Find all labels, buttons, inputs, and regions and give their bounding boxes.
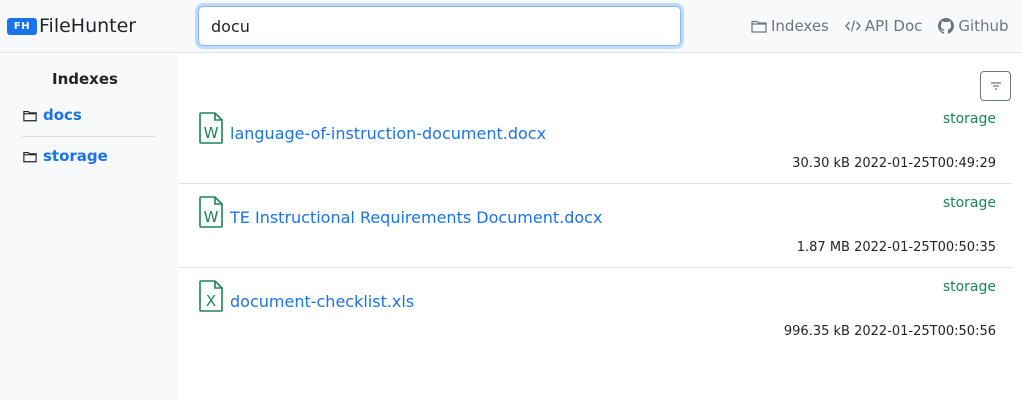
- file-link[interactable]: document-checklist.xls: [230, 292, 414, 311]
- nav-github-label: Github: [958, 17, 1009, 35]
- file-date: 2022-01-25T00:50:35: [854, 240, 996, 255]
- result-item: W language-of-instruction-document.docx …: [179, 100, 1012, 184]
- sidebar-item-label: docs: [43, 106, 82, 124]
- svg-text:W: W: [204, 124, 219, 142]
- file-size: 996.35 kB: [783, 324, 850, 339]
- word-file-icon: W: [199, 196, 223, 228]
- sidebar-divider: [22, 136, 155, 137]
- sidebar-item-storage[interactable]: storage: [23, 147, 108, 165]
- code-icon: [844, 20, 861, 32]
- brand[interactable]: FH FileHunter: [7, 14, 136, 38]
- file-size: 30.30 kB: [792, 156, 850, 171]
- index-tag: storage: [942, 111, 996, 127]
- file-date: 2022-01-25T00:50:56: [854, 324, 996, 339]
- navbar: FH FileHunter Indexes API Doc Github: [0, 0, 1021, 53]
- excel-file-icon: X: [199, 280, 223, 312]
- nav-indexes-link[interactable]: Indexes: [751, 17, 829, 35]
- sidebar-title: Indexes: [52, 70, 118, 88]
- folder-icon: [23, 151, 37, 162]
- word-file-icon: W: [199, 112, 223, 144]
- file-size: 1.87 MB: [796, 240, 850, 255]
- sidebar-item-docs[interactable]: docs: [23, 106, 82, 124]
- index-tag: storage: [942, 195, 996, 211]
- folder-icon: [23, 110, 37, 121]
- file-meta: 30.30 kB 2022-01-25T00:49:29: [792, 156, 996, 171]
- search-input[interactable]: [198, 6, 681, 46]
- file-link[interactable]: TE Instructional Requirements Document.d…: [230, 208, 602, 227]
- svg-text:X: X: [206, 292, 216, 310]
- nav-indexes-label: Indexes: [771, 17, 829, 35]
- sidebar: Indexes docs storage: [0, 54, 178, 400]
- sidebar-item-label: storage: [43, 147, 108, 165]
- github-icon: [938, 18, 955, 34]
- file-link[interactable]: language-of-instruction-document.docx: [230, 124, 546, 143]
- file-meta: 996.35 kB 2022-01-25T00:50:56: [784, 324, 996, 339]
- brand-logo: FH: [7, 17, 37, 35]
- file-meta: 1.87 MB 2022-01-25T00:50:35: [797, 240, 996, 255]
- nav-links: Indexes API Doc Github: [751, 17, 1009, 35]
- result-item: W TE Instructional Requirements Document…: [179, 184, 1012, 268]
- folder-icon: [751, 20, 767, 33]
- index-tag: storage: [942, 279, 996, 295]
- nav-github-link[interactable]: Github: [938, 17, 1009, 35]
- filter-icon: [990, 82, 1001, 90]
- brand-name: FileHunter: [39, 15, 137, 37]
- file-date: 2022-01-25T00:49:29: [854, 156, 996, 171]
- sort-filter-button[interactable]: [980, 71, 1011, 101]
- result-item: X document-checklist.xls storage 996.35 …: [179, 268, 1012, 352]
- nav-api-doc-link[interactable]: API Doc: [844, 17, 923, 35]
- svg-text:W: W: [204, 208, 219, 226]
- nav-api-doc-label: API Doc: [864, 17, 923, 35]
